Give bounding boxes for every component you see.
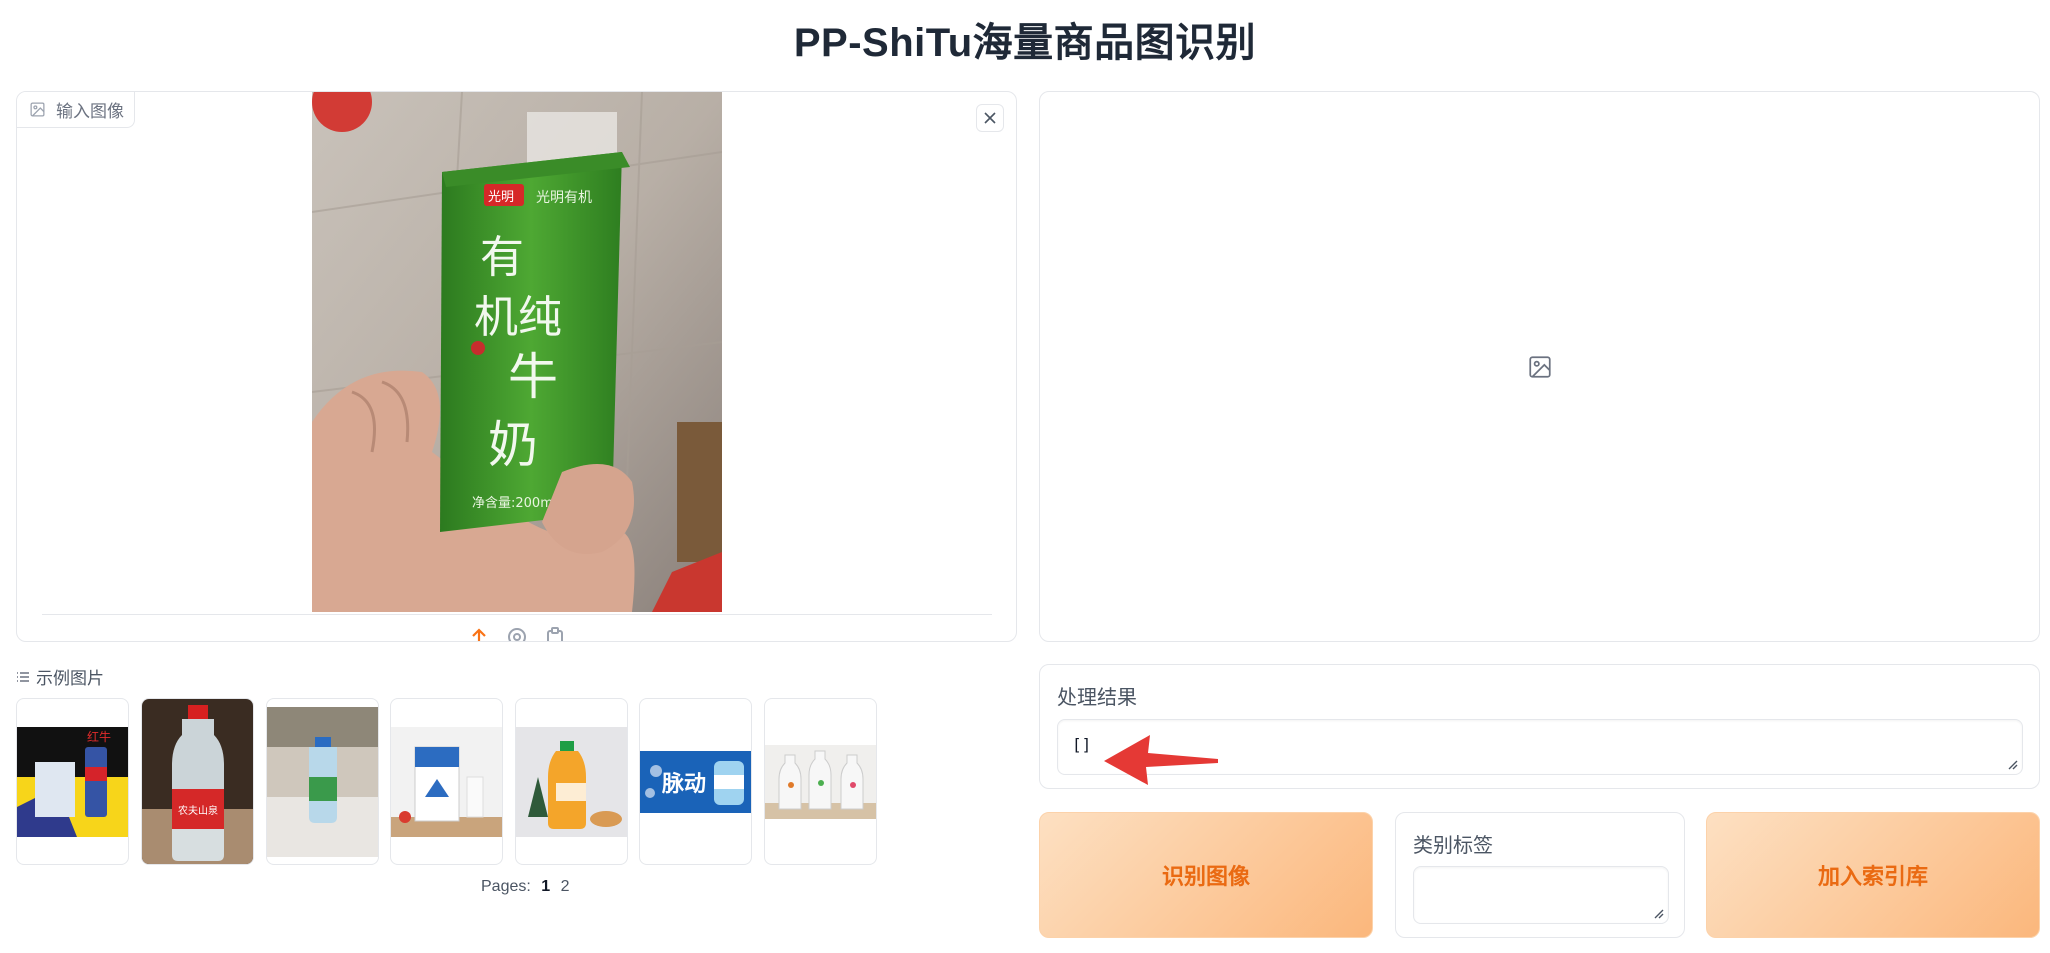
red-arrow-annotation	[1104, 735, 1218, 785]
input-photo: 光明 光明有机 有 机纯 牛 奶 净含量:200mL	[312, 92, 722, 612]
category-label-panel: 类别标签	[1395, 812, 1685, 938]
svg-text:光明有机: 光明有机	[536, 190, 592, 206]
input-image-label-text: 输入图像	[56, 102, 124, 121]
example-nongfu-water[interactable]: 农夫山泉	[141, 698, 254, 865]
svg-text:有: 有	[480, 232, 524, 283]
svg-text:奶: 奶	[488, 416, 538, 474]
svg-text:脉动: 脉动	[661, 772, 706, 797]
webcam-icon[interactable]	[506, 626, 528, 641]
close-button[interactable]	[976, 104, 1004, 132]
svg-text:红牛: 红牛	[87, 729, 111, 744]
category-label-input[interactable]	[1413, 866, 1669, 924]
category-label-title: 类别标签	[1413, 835, 1493, 857]
page-1-button[interactable]: 1	[541, 878, 550, 895]
example-soda-bottles[interactable]	[764, 698, 877, 865]
examples-pagination: Pages: 1 2	[481, 878, 570, 896]
toolbar-divider	[42, 614, 992, 615]
add-to-index-button[interactable]: 加入索引库	[1706, 812, 2040, 938]
image-source-toolbar	[17, 626, 1016, 641]
examples-label-text: 示例图片	[36, 669, 104, 688]
svg-text:牛: 牛	[508, 348, 558, 406]
example-maidong-drink[interactable]: 脉动	[639, 698, 752, 865]
result-label: 处理结果	[1057, 687, 1137, 709]
resize-handle-icon[interactable]	[2006, 758, 2018, 770]
input-image-panel[interactable]: 输入图像 光明 光明有机 有 机纯 牛 奶 净含量:200mL	[16, 91, 1017, 642]
close-icon	[984, 112, 996, 124]
image-icon	[1528, 355, 1551, 378]
image-icon	[30, 102, 45, 117]
example-milk-carton[interactable]	[390, 698, 503, 865]
list-icon	[17, 671, 29, 682]
resize-handle-icon[interactable]	[1652, 907, 1664, 919]
svg-text:光明: 光明	[488, 190, 514, 205]
example-orange-juice[interactable]	[515, 698, 628, 865]
svg-text:农夫山泉: 农夫山泉	[178, 804, 218, 817]
output-image-panel	[1039, 91, 2040, 642]
clipboard-icon[interactable]	[544, 626, 566, 641]
recognize-image-button[interactable]: 识别图像	[1039, 812, 1373, 938]
page-2-button[interactable]: 2	[561, 878, 570, 895]
pagination-label: Pages:	[481, 878, 531, 895]
input-image-label: 输入图像	[17, 92, 135, 128]
examples-label: 示例图片	[16, 664, 104, 689]
page-title: PP-ShiTu海量商品图识别	[793, 21, 1257, 65]
svg-text:机纯: 机纯	[474, 292, 562, 343]
upload-icon[interactable]	[468, 626, 490, 641]
example-red-bull[interactable]: 红牛	[16, 698, 129, 865]
result-value: []	[1072, 735, 1092, 754]
example-water-bottle-table[interactable]	[266, 698, 379, 865]
